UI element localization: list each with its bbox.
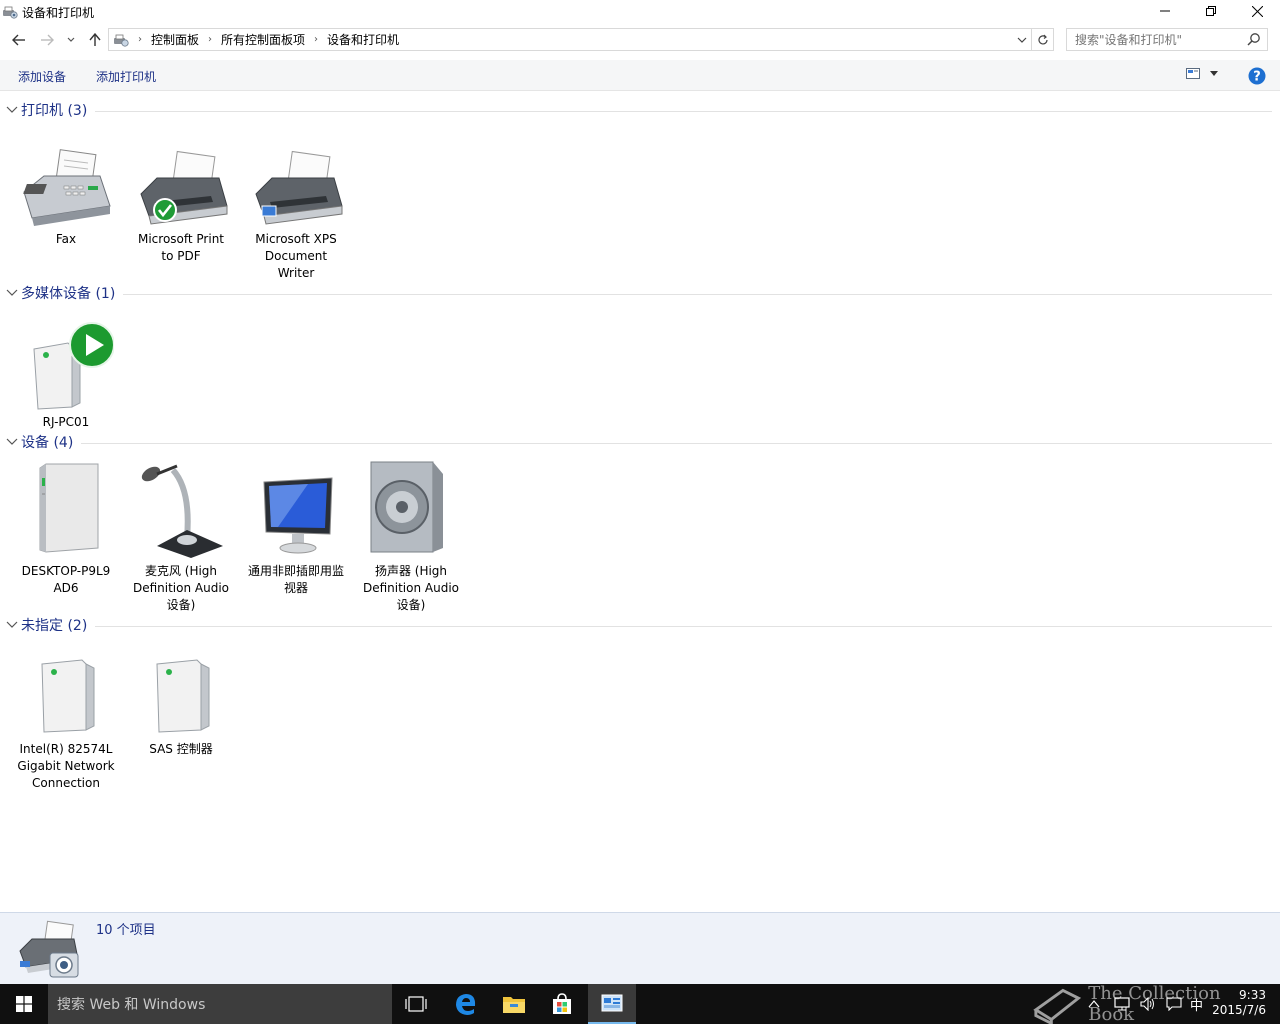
devices-view: 打印机 (3) Fax Microsoft Print to PDF Micro…: [0, 92, 1280, 912]
generic-device-icon: [41, 659, 95, 733]
control-panel-icon: [601, 994, 623, 1012]
printer-icon: [255, 150, 343, 225]
monitor-icon: [263, 477, 333, 554]
change-view-button[interactable]: [1186, 68, 1218, 79]
task-view-button[interactable]: [392, 984, 440, 1024]
device-speaker[interactable]: 扬声器 (High Definition Audio 设备): [361, 460, 461, 614]
forward-button[interactable]: [38, 31, 56, 49]
speaker-icon: [370, 461, 443, 553]
printer-default-icon: [140, 150, 228, 225]
group-header-unspecified[interactable]: 未指定 (2): [6, 615, 1272, 635]
task-view-icon: [405, 996, 427, 1012]
edge-button[interactable]: [442, 984, 490, 1024]
help-icon[interactable]: ?: [1248, 67, 1266, 85]
arrow-up-icon: [89, 33, 101, 46]
chevron-down-icon: [6, 621, 18, 628]
search-icon[interactable]: [1247, 32, 1261, 46]
media-server-icon: [33, 322, 115, 410]
device-microphone[interactable]: 麦克风 (High Definition Audio 设备): [131, 460, 231, 614]
title-bar: 设备和打印机: [0, 0, 1280, 24]
devices-printers-icon: [3, 6, 18, 19]
arrow-left-icon: [12, 34, 25, 46]
group-header-printers[interactable]: 打印机 (3): [6, 100, 1272, 120]
taskbar-search-placeholder: 搜索 Web 和 Windows: [57, 997, 206, 1013]
breadcrumb-devices-printers[interactable]: 设备和打印机: [327, 31, 399, 48]
device-intel-network[interactable]: Intel(R) 82574L Gigabit Network Connecti…: [16, 654, 116, 792]
recent-locations-button[interactable]: [64, 31, 78, 49]
taskbar: 搜索 Web 和 Windows 中 9:33 2015/7/6: [0, 984, 1280, 1024]
restore-icon: [1206, 6, 1216, 16]
chevron-down-icon: [6, 289, 18, 296]
item-count: 10 个项目: [96, 923, 156, 938]
minimize-button[interactable]: [1142, 0, 1188, 22]
restore-button[interactable]: [1188, 0, 1234, 22]
system-tray: 中: [1088, 984, 1203, 1024]
volume-icon[interactable]: [1140, 997, 1156, 1011]
search-input[interactable]: [1075, 32, 1245, 47]
arrow-right-icon: [41, 34, 54, 46]
control-panel-taskbar-button[interactable]: [588, 984, 636, 1024]
device-desktop-p9l9ad6[interactable]: DESKTOP-P9L9 AD6: [16, 460, 116, 597]
minimize-icon: [1160, 10, 1170, 12]
fax-icon: [23, 149, 111, 226]
computer-tower-icon: [39, 463, 99, 553]
file-explorer-button[interactable]: [490, 984, 538, 1024]
chevron-down-icon: [67, 37, 75, 42]
breadcrumb-separator[interactable]: ›: [138, 34, 142, 45]
device-rj-pc01[interactable]: RJ-PC01: [16, 311, 116, 431]
folder-icon: [503, 997, 525, 1013]
close-icon: [1251, 5, 1263, 17]
devices-printers-icon: [19, 920, 79, 978]
microphone-icon: [141, 464, 223, 558]
add-printer-button[interactable]: 添加打印机: [96, 68, 156, 85]
add-device-button[interactable]: 添加设备: [18, 68, 66, 85]
group-header-devices[interactable]: 设备 (4): [6, 432, 1272, 452]
devices-printers-icon: [114, 34, 129, 47]
chevron-down-icon: [1017, 37, 1027, 43]
chevron-down-icon: [6, 438, 18, 445]
device-microsoft-print-to-pdf[interactable]: Microsoft Print to PDF: [131, 148, 231, 265]
chevron-down-icon: [6, 106, 18, 113]
chevron-down-icon: [1210, 71, 1218, 76]
device-monitor[interactable]: 通用非即插即用监视器: [246, 460, 346, 597]
device-sas-controller[interactable]: SAS 控制器: [131, 654, 231, 758]
chevron-up-icon[interactable]: [1088, 1000, 1100, 1008]
clock-time: 9:33: [1239, 988, 1266, 1002]
network-icon[interactable]: [1114, 997, 1130, 1011]
command-bar: 添加设备 添加打印机: [0, 60, 1280, 91]
input-method-indicator[interactable]: 中: [1190, 995, 1203, 1014]
address-bar[interactable]: › 控制面板 › 所有控制面板项 › 设备和打印机: [108, 28, 1054, 51]
breadcrumb-all-items[interactable]: 所有控制面板项: [221, 31, 305, 48]
search-box[interactable]: [1066, 28, 1268, 51]
refresh-icon: [1037, 34, 1048, 44]
start-button[interactable]: [0, 984, 48, 1024]
address-row: › 控制面板 › 所有控制面板项 › 设备和打印机: [0, 24, 1280, 56]
breadcrumb-separator[interactable]: ›: [208, 34, 212, 45]
view-icon: [1186, 68, 1200, 79]
up-button[interactable]: [86, 31, 104, 49]
taskbar-search-box[interactable]: 搜索 Web 和 Windows: [48, 984, 392, 1024]
clock[interactable]: 9:33 2015/7/6: [1212, 988, 1266, 1018]
device-microsoft-xps-document-writer[interactable]: Microsoft XPS Document Writer: [246, 148, 346, 282]
generic-device-icon: [156, 659, 210, 733]
close-button[interactable]: [1234, 0, 1280, 22]
clock-date: 2015/7/6: [1212, 1003, 1266, 1017]
edge-icon: [456, 994, 476, 1015]
store-button[interactable]: [538, 984, 586, 1024]
refresh-button[interactable]: [1031, 29, 1053, 50]
window-title: 设备和打印机: [22, 5, 95, 20]
details-pane: 10 个项目: [0, 912, 1280, 984]
device-fax[interactable]: Fax: [16, 148, 116, 248]
svg-text:?: ?: [1253, 70, 1261, 85]
address-dropdown-button[interactable]: [1017, 33, 1027, 47]
back-button[interactable]: [10, 31, 28, 49]
breadcrumb-separator[interactable]: ›: [314, 34, 318, 45]
notifications-icon[interactable]: [1166, 997, 1182, 1011]
windows-logo-icon: [16, 996, 32, 1012]
breadcrumb-control-panel[interactable]: 控制面板: [151, 31, 199, 48]
store-icon: [553, 993, 571, 1014]
group-header-multimedia[interactable]: 多媒体设备 (1): [6, 283, 1272, 303]
